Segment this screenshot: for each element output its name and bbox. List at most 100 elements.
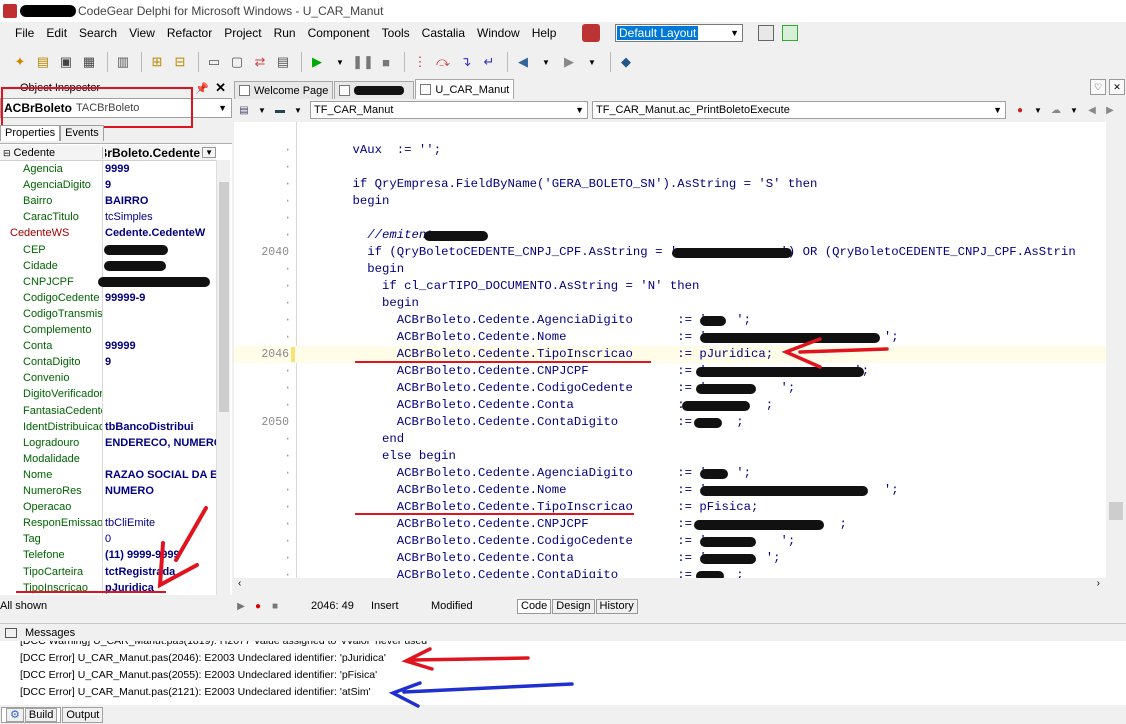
view-form-icon[interactable]: ▢ bbox=[227, 52, 247, 72]
chevron-down-icon[interactable]: ▼ bbox=[254, 102, 270, 118]
property-row[interactable]: Complemento bbox=[0, 322, 216, 338]
code-line[interactable]: · ACBrBoleto.Cedente.Nome := ' '; bbox=[234, 482, 1106, 499]
code-line[interactable]: · ACBrBoleto.Cedente.CodigoCedente := ' … bbox=[234, 380, 1106, 397]
menu-file[interactable]: File bbox=[9, 26, 40, 40]
step-over-icon[interactable]: ⤼ bbox=[433, 52, 453, 72]
dropdown-icon[interactable]: ▼ bbox=[330, 52, 350, 72]
chevron-down-icon[interactable]: ♡ bbox=[1090, 79, 1106, 95]
property-row[interactable]: Bairro BAIRRO bbox=[0, 193, 216, 210]
code-line[interactable]: · bbox=[234, 159, 1106, 176]
dropdown-icon[interactable]: ▼ bbox=[536, 52, 556, 72]
property-row[interactable]: TipoCarteira tctRegistrada bbox=[0, 563, 216, 580]
code-line[interactable]: 2040 if (QryBoletoCEDENTE_CNPJ_CPF.AsStr… bbox=[234, 244, 1106, 261]
back-icon[interactable]: ◀ bbox=[513, 52, 533, 72]
property-row[interactable]: TipoInscricao pJuridica bbox=[0, 579, 216, 595]
tab-history[interactable]: History bbox=[595, 598, 638, 614]
property-value[interactable]: 9 bbox=[103, 354, 216, 370]
code-line[interactable]: · ACBrBoleto.Cedente.ContaDigito := ; bbox=[234, 567, 1106, 578]
property-row[interactable]: Tag 0 bbox=[0, 531, 216, 548]
open-icon[interactable]: ▤ bbox=[33, 52, 53, 72]
editor-horizontal-scrollbar[interactable]: ‹ › bbox=[234, 578, 1106, 592]
property-value[interactable]: tctRegistrada bbox=[103, 564, 216, 580]
property-row[interactable]: AgenciaDigito 9 bbox=[0, 177, 216, 194]
message-item[interactable]: [DCC Warning] U_CAR_Manut.pas(1819): H20… bbox=[20, 641, 427, 650]
message-item[interactable]: [DCC Error] U_CAR_Manut.pas(2055): E2003… bbox=[20, 667, 377, 684]
code-line[interactable]: · ACBrBoleto.Cedente.Nome := ' '; bbox=[234, 329, 1106, 346]
property-value[interactable]: 99999 bbox=[103, 338, 216, 354]
code-line[interactable]: · bbox=[234, 210, 1106, 227]
property-value[interactable]: BAIRRO bbox=[103, 193, 216, 209]
code-line[interactable]: · vAux := ''; bbox=[234, 142, 1106, 159]
property-row[interactable]: CodigoTransmiss bbox=[0, 305, 216, 322]
play-macro-icon[interactable]: ▶ bbox=[234, 599, 248, 613]
property-row[interactable]: Nome RAZAO SOCIAL DA E bbox=[0, 466, 216, 483]
editor-vertical-scrollbar[interactable] bbox=[1106, 122, 1126, 578]
menu-search[interactable]: Search bbox=[73, 26, 123, 40]
message-item[interactable]: [DCC Error] U_CAR_Manut.pas(2121): E2003… bbox=[20, 684, 371, 701]
menu-castalia[interactable]: Castalia bbox=[416, 26, 471, 40]
scrollbar-thumb[interactable] bbox=[219, 182, 229, 412]
code-line[interactable]: · if cl_carTIPO_DOCUMENTO.AsString = 'N'… bbox=[234, 278, 1106, 295]
scrollbar-thumb[interactable] bbox=[1109, 502, 1123, 520]
property-row[interactable]: ResponEmissao tbCliEmite bbox=[0, 515, 216, 532]
property-row[interactable]: FantasiaCedente bbox=[0, 402, 216, 419]
code-line[interactable]: · begin bbox=[234, 295, 1106, 312]
property-row[interactable]: CodigoCedente 99999-9 bbox=[0, 289, 216, 306]
cloud-icon[interactable]: ☁ bbox=[1048, 102, 1064, 118]
tab-code[interactable]: Code bbox=[517, 598, 552, 614]
scroll-right-icon[interactable]: › bbox=[1097, 578, 1100, 589]
menu-tools[interactable]: Tools bbox=[376, 26, 416, 40]
scroll-left-icon[interactable]: ‹ bbox=[238, 578, 241, 589]
property-value[interactable]: tbBancoDistribui bbox=[103, 419, 216, 435]
code-line[interactable]: · else begin bbox=[234, 448, 1106, 465]
menu-component[interactable]: Component bbox=[302, 26, 376, 40]
class-browser-icon[interactable]: ▤ bbox=[236, 102, 252, 118]
property-value[interactable]: 9 bbox=[103, 177, 216, 193]
save-desktop-icon[interactable] bbox=[758, 25, 774, 41]
code-line[interactable]: · //emitente bbox=[234, 227, 1106, 244]
property-value[interactable]: Cedente.CedenteW bbox=[103, 225, 216, 241]
menu-project[interactable]: Project bbox=[218, 26, 267, 40]
chevron-down-icon[interactable]: ▼ bbox=[1030, 102, 1046, 118]
property-value[interactable]: tbCliEmite bbox=[103, 515, 216, 531]
menu-help[interactable]: Help bbox=[526, 26, 563, 40]
code-line[interactable]: 2046 ACBrBoleto.Cedente.TipoInscricao :=… bbox=[234, 346, 1106, 363]
code-line[interactable]: · begin bbox=[234, 193, 1106, 210]
menu-refactor[interactable]: Refactor bbox=[161, 26, 218, 40]
property-row[interactable]: Logradouro ENDERECO, NUMERO bbox=[0, 434, 216, 451]
chevron-down-icon[interactable]: ▼ bbox=[1066, 102, 1082, 118]
property-grid-scrollbar[interactable] bbox=[216, 160, 230, 595]
code-line[interactable]: · end bbox=[234, 431, 1106, 448]
strawberry-icon[interactable]: ● bbox=[1012, 102, 1028, 118]
property-value[interactable]: 9999 bbox=[103, 161, 216, 177]
dropdown-icon[interactable]: ▼ bbox=[582, 52, 602, 72]
open-project-icon[interactable]: ▥ bbox=[113, 52, 133, 72]
help-icon[interactable]: ◆ bbox=[616, 52, 636, 72]
property-row[interactable]: Agencia 9999 bbox=[0, 161, 216, 177]
save-icon[interactable]: ▣ bbox=[56, 52, 76, 72]
menu-view[interactable]: View bbox=[123, 26, 161, 40]
property-value[interactable] bbox=[103, 403, 216, 419]
tab-build[interactable]: ⚙ Build bbox=[1, 706, 62, 723]
run-icon[interactable]: ▶ bbox=[307, 52, 327, 72]
property-value[interactable]: ACBrBoleto.Cedente▼ bbox=[103, 146, 216, 160]
back-icon[interactable]: ◀ bbox=[1084, 102, 1100, 118]
code-line[interactable]: · ACBrBoleto.Cedente.Conta := ; bbox=[234, 397, 1106, 414]
code-line[interactable]: · begin bbox=[234, 261, 1106, 278]
code-line[interactable]: · ACBrBoleto.Cedente.CNPJCPF := ; bbox=[234, 516, 1106, 533]
property-value[interactable]: (11) 9999-9999 bbox=[103, 547, 216, 563]
property-row[interactable]: ContaDigito 9 bbox=[0, 354, 216, 371]
tab-redacted[interactable] bbox=[334, 81, 415, 99]
method-combo[interactable]: TF_CAR_Manut.ac_PrintBoletoExecute ▼ bbox=[592, 101, 1006, 119]
property-value[interactable] bbox=[103, 451, 216, 467]
code-line[interactable]: 2050 ACBrBoleto.Cedente.ContaDigito := ; bbox=[234, 414, 1106, 431]
property-row[interactable]: Convenio bbox=[0, 370, 216, 387]
class-list-icon[interactable]: ▬ bbox=[272, 102, 288, 118]
save-all-icon[interactable]: ▦ bbox=[79, 52, 99, 72]
class-combo[interactable]: TF_CAR_Manut ▼ bbox=[310, 101, 588, 119]
property-value[interactable] bbox=[103, 499, 216, 515]
code-line[interactable]: · ACBrBoleto.Cedente.Conta := ' '; bbox=[234, 550, 1106, 567]
tab-welcome-page[interactable]: Welcome Page bbox=[234, 81, 334, 99]
forward-icon[interactable]: ▶ bbox=[559, 52, 579, 72]
code-line[interactable]: · ACBrBoleto.Cedente.TipoInscricao := pF… bbox=[234, 499, 1106, 516]
